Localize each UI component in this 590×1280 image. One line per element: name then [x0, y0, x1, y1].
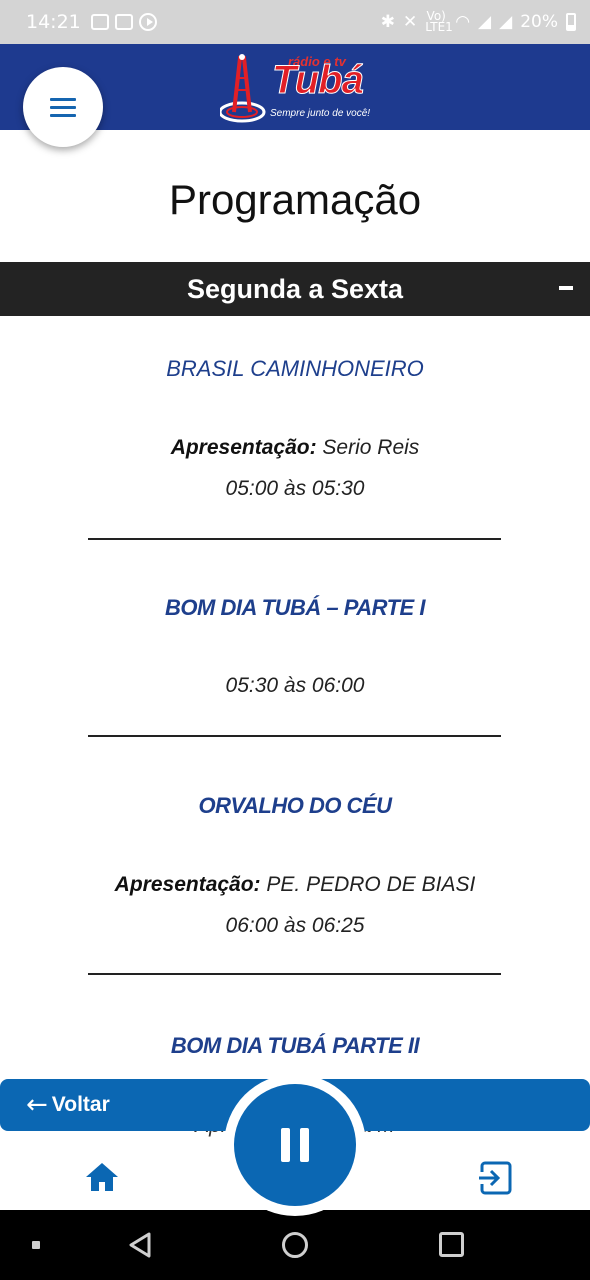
gallery-icon [90, 14, 109, 30]
program-name: BOM DIA TUBÁ – PARTE I [165, 595, 425, 620]
android-recents-icon[interactable] [439, 1232, 464, 1257]
program-name: BRASIL CAMINHONEIRO [166, 356, 424, 381]
android-home-icon[interactable] [282, 1232, 308, 1258]
program-item: BOM DIA TUBÁ – PARTE I [0, 595, 590, 621]
presenter-name: PE. PEDRO DE BIASI [266, 873, 476, 896]
program-time: 05:00 às 05:30 [225, 477, 365, 500]
presenter-label: Apresentação: [170, 436, 317, 459]
program-name: ORVALHO DO CÉU [198, 793, 392, 818]
presenter-line: Apresentação: Serio Reis [0, 436, 590, 460]
presenter-name: Serio Reis [322, 436, 420, 459]
logo-brand-text: Tubá [272, 58, 365, 103]
play-notification-icon [138, 13, 157, 31]
presenter-line: Apresentação: PE. PEDRO DE BIASI [0, 873, 590, 897]
logo-slogan: Sempre junto de você! [270, 108, 371, 119]
system-status-icons: ✱ ✕ Vo) LTE1 ◠ ◢ ◢ 20% [380, 9, 576, 34]
page-title: Programação [168, 176, 422, 223]
arrow-left-icon: ← [26, 1090, 48, 1120]
radio-tuba-logo[interactable]: rádio e tv Tubá Sempre junto de você! [220, 52, 380, 124]
bluetooth-icon: ✱ [380, 12, 395, 32]
notification-icons [90, 13, 157, 31]
program-time-line: 05:00 às 05:30 [0, 477, 590, 501]
program-item: BRASIL CAMINHONEIRO [0, 356, 590, 382]
signal2-icon: ◢ [499, 12, 513, 32]
pause-button[interactable] [234, 1084, 356, 1206]
home-icon[interactable] [84, 1161, 120, 1193]
separator [88, 735, 501, 737]
app-notification-icon [114, 14, 133, 30]
wifi-icon: ◠ [455, 12, 471, 32]
program-item: BOM DIA TUBÁ PARTE II [0, 1033, 590, 1059]
hamburger-icon [50, 97, 76, 101]
mute-icon: ✕ [402, 12, 418, 32]
section-header-segunda-a-sexta[interactable]: Segunda a Sexta [0, 262, 590, 316]
android-back-icon[interactable] [128, 1232, 152, 1258]
program-presenter-line: Apresentação: PE. PEDRO DE BIASI [0, 873, 590, 897]
volte-label: Vo) LTE1 [425, 9, 453, 34]
status-time: 14:21 [26, 11, 81, 33]
hamburger-icon-line [50, 105, 76, 109]
program-time-line: 06:00 às 06:25 [0, 914, 590, 938]
program-item: ORVALHO DO CÉU [0, 793, 590, 819]
back-label: Voltar [51, 1093, 110, 1116]
nav-extra-icon[interactable] [32, 1241, 40, 1249]
status-bar: 14:21 ✱ ✕ Vo) LTE1 ◠ ◢ ◢ 20% [0, 0, 590, 44]
player-button-ring [224, 1074, 366, 1216]
exit-icon[interactable] [477, 1160, 515, 1196]
battery-percent: 20% [520, 12, 558, 32]
section-label: Segunda a Sexta [186, 273, 404, 304]
program-name: BOM DIA TUBÁ PARTE II [170, 1033, 420, 1058]
menu-button[interactable] [23, 67, 103, 147]
hamburger-icon-line [50, 113, 76, 117]
battery-icon [566, 13, 576, 31]
signal-icon: ◢ [478, 12, 492, 32]
pause-icon [281, 1128, 290, 1162]
program-time-line: 05:30 às 06:00 [0, 674, 590, 698]
program-time: 05:30 às 06:00 [225, 674, 365, 697]
minus-icon[interactable] [559, 286, 573, 290]
separator [88, 538, 501, 540]
android-nav-bar [0, 1210, 590, 1280]
program-presenter-line: Apresentação: Serio Reis [0, 436, 590, 460]
pause-icon-bar [300, 1128, 309, 1162]
program-time: 06:00 às 06:25 [225, 914, 365, 937]
presenter-label: Apresentação: [114, 873, 261, 896]
separator [88, 973, 501, 975]
